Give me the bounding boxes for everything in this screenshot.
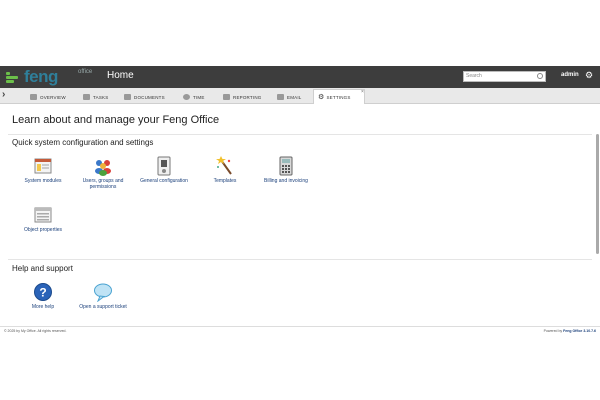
speech-bubble-icon <box>93 282 113 303</box>
settings-panel: Learn about and manage your Feng Office … <box>0 104 600 328</box>
wand-icon <box>215 156 235 176</box>
folder-icon <box>124 94 131 100</box>
logo-text: feng <box>24 67 58 86</box>
help-icon: ? <box>33 282 53 302</box>
divider <box>8 134 592 135</box>
gear-icon: ⚙ <box>318 94 325 101</box>
users-icon <box>93 156 113 176</box>
window-icon <box>33 156 53 176</box>
tab-settings[interactable]: ⚙ SETTINGS <box>313 89 365 104</box>
general-configuration-link[interactable]: General configuration <box>139 156 189 184</box>
tab-tasks[interactable]: TASKS <box>83 90 108 104</box>
tab-email[interactable]: EMAIL <box>277 90 302 104</box>
user-menu[interactable]: admin <box>561 72 579 78</box>
section-title-help: Help and support <box>12 264 73 273</box>
feng-office-link[interactable]: Feng Office 3.10.7.6 <box>563 329 596 333</box>
mail-icon <box>277 94 284 100</box>
system-modules-link[interactable]: System modules <box>18 156 68 184</box>
copyright-text: © 2025 by My Office. All rights reserved… <box>4 329 67 333</box>
logo-subtext: office <box>78 69 93 75</box>
page-title: Home <box>107 70 134 81</box>
page-heading: Learn about and manage your Feng Office <box>12 114 220 126</box>
tasks-icon <box>83 94 90 100</box>
templates-link[interactable]: Templates <box>200 156 250 184</box>
chart-icon <box>223 94 230 100</box>
logo-mark-icon <box>6 71 20 83</box>
section-title-config: Quick system configuration and settings <box>12 138 154 147</box>
footer: © 2025 by My Office. All rights reserved… <box>0 326 600 334</box>
search-input[interactable]: Search <box>463 71 546 82</box>
more-help-link[interactable]: ? More help <box>18 282 68 310</box>
support-ticket-link[interactable]: Open a support ticket <box>78 282 128 310</box>
svg-text:?: ? <box>39 286 46 300</box>
gear-icon[interactable]: ⚙ <box>585 71 593 80</box>
tab-reporting[interactable]: REPORTING <box>223 90 261 104</box>
top-bar: feng office Home Search admin ⚙ <box>0 66 600 88</box>
list-icon <box>33 205 53 225</box>
billing-invoicing-link[interactable]: Billing and invoicing <box>261 156 311 184</box>
divider <box>8 259 592 260</box>
powered-by-text: Powered by Feng Office 3.10.7.6 <box>543 329 596 333</box>
close-icon[interactable]: × <box>361 89 364 95</box>
tab-overview[interactable]: OVERVIEW <box>30 90 66 104</box>
search-icon[interactable] <box>537 73 543 79</box>
users-groups-permissions-link[interactable]: Users, groups and permissions <box>78 156 128 190</box>
tab-time[interactable]: TIME <box>183 90 205 104</box>
tab-documents[interactable]: DOCUMENTS <box>124 90 165 104</box>
feng-office-logo[interactable]: feng <box>6 68 58 86</box>
search-placeholder: Search <box>466 73 482 79</box>
object-properties-link[interactable]: Object properties <box>18 205 68 233</box>
chevron-right-icon[interactable]: › <box>2 89 5 100</box>
tab-bar: › OVERVIEW TASKS DOCUMENTS TIME REPORTIN… <box>0 88 600 104</box>
calculator-icon <box>276 156 296 176</box>
clock-icon <box>183 94 190 100</box>
config-icon <box>154 156 174 176</box>
scrollbar[interactable] <box>596 134 599 254</box>
overview-icon <box>30 94 37 100</box>
